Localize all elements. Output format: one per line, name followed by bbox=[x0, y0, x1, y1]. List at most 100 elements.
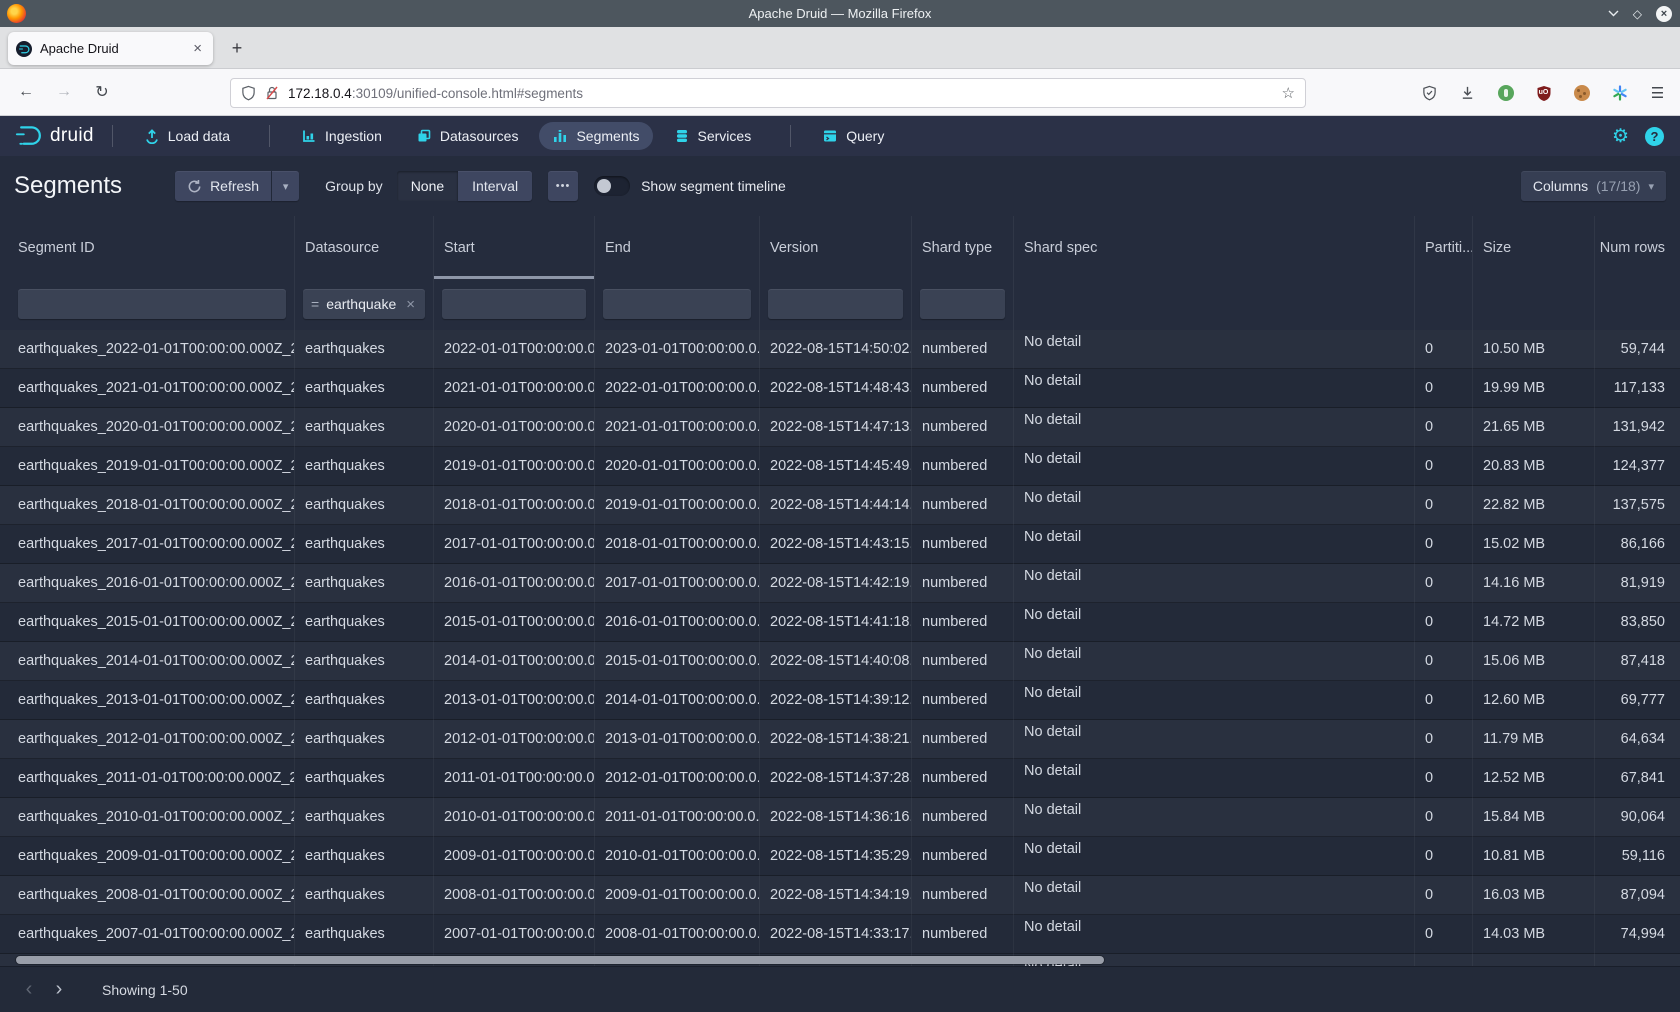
table-row[interactable]: earthquakes_2010-01-01T00:00:00.000Z_2..… bbox=[0, 798, 1680, 837]
cell-shard-spec: No detail bbox=[1014, 876, 1415, 915]
back-icon[interactable]: ← bbox=[12, 78, 40, 106]
segment-timeline-toggle[interactable] bbox=[594, 176, 630, 196]
column-header-shard-type[interactable]: Shard type bbox=[912, 216, 1014, 279]
downloads-icon[interactable] bbox=[1459, 85, 1476, 102]
nav-item-ingestion[interactable]: Ingestion bbox=[288, 122, 395, 150]
cell-start: 2018-01-01T00:00:00.0... bbox=[434, 486, 595, 525]
cell-id: earthquakes_2010-01-01T00:00:00.000Z_2..… bbox=[0, 798, 295, 837]
cell-partition: 0 bbox=[1415, 837, 1473, 876]
cell-version: 2022-08-15T14:47:13.5... bbox=[760, 408, 912, 447]
ublock-icon[interactable]: uO bbox=[1535, 85, 1552, 102]
cell-version: 2022-08-15T14:44:14.1... bbox=[760, 486, 912, 525]
cell-datasource: earthquakes bbox=[295, 603, 434, 642]
table-body: earthquakes_2022-01-01T00:00:00.000Z_2..… bbox=[0, 330, 1680, 966]
table-row[interactable]: earthquakes_2013-01-01T00:00:00.000Z_2..… bbox=[0, 681, 1680, 720]
column-header-datasource[interactable]: Datasource bbox=[295, 216, 434, 279]
nav-item-datasources[interactable]: Datasources bbox=[403, 122, 532, 150]
druid-logo[interactable]: druid bbox=[14, 123, 94, 149]
url-host: 172.18.0.4 bbox=[288, 86, 352, 101]
version-filter-input[interactable] bbox=[768, 289, 903, 319]
column-header-num-rows[interactable]: Num rows bbox=[1595, 216, 1680, 279]
browser-tab[interactable]: Apache Druid × bbox=[8, 32, 213, 65]
cell-version: 2022-08-15T14:50:02.6... bbox=[760, 330, 912, 369]
table-row[interactable]: earthquakes_2019-01-01T00:00:00.000Z_2..… bbox=[0, 447, 1680, 486]
cell-datasource: earthquakes bbox=[295, 447, 434, 486]
settings-gear-icon[interactable]: ⚙ bbox=[1612, 127, 1629, 146]
bookmark-star-icon[interactable]: ☆ bbox=[1282, 84, 1295, 102]
tab-close-icon[interactable]: × bbox=[190, 40, 205, 57]
remove-filter-icon[interactable]: × bbox=[406, 296, 415, 313]
column-header-shard-spec[interactable]: Shard spec bbox=[1014, 216, 1415, 279]
column-header-start[interactable]: Start bbox=[434, 216, 595, 279]
horizontal-scrollbar[interactable] bbox=[16, 956, 1104, 964]
nav-item-services[interactable]: Services bbox=[661, 122, 765, 150]
start-filter-input[interactable] bbox=[442, 289, 586, 319]
minimize-icon[interactable] bbox=[1608, 10, 1619, 17]
cell-version: 2022-08-15T14:37:28.7... bbox=[760, 759, 912, 798]
table-row[interactable]: earthquakes_2011-01-01T00:00:00.000Z_2..… bbox=[0, 759, 1680, 798]
table-row[interactable]: earthquakes_2021-01-01T00:00:00.000Z_2..… bbox=[0, 369, 1680, 408]
cell-start: 2009-01-01T00:00:00.0... bbox=[434, 837, 595, 876]
nav-item-load-data[interactable]: Load data bbox=[131, 122, 243, 150]
nav-item-label: Load data bbox=[168, 128, 230, 144]
segment-id-filter-input[interactable] bbox=[18, 289, 286, 319]
protections-shield-icon[interactable] bbox=[1421, 85, 1438, 102]
group-by-none-button[interactable]: None bbox=[397, 171, 458, 201]
new-tab-button[interactable]: + bbox=[224, 35, 250, 61]
column-header-version[interactable]: Version bbox=[760, 216, 912, 279]
table-row[interactable]: earthquakes_2008-01-01T00:00:00.000Z_2..… bbox=[0, 876, 1680, 915]
menu-hamburger-icon[interactable]: ☰ bbox=[1649, 85, 1666, 102]
table-row[interactable]: earthquakes_2015-01-01T00:00:00.000Z_2..… bbox=[0, 603, 1680, 642]
datasource-filter-input[interactable]: = earthquake × bbox=[303, 289, 425, 319]
refresh-caret-button[interactable]: ▾ bbox=[272, 171, 299, 201]
table-row[interactable]: earthquakes_2022-01-01T00:00:00.000Z_2..… bbox=[0, 330, 1680, 369]
shard-type-filter-input[interactable] bbox=[920, 289, 1005, 319]
reload-icon[interactable]: ↻ bbox=[88, 78, 116, 106]
cell-start: 2011-01-01T00:00:00.0... bbox=[434, 759, 595, 798]
column-header-size[interactable]: Size bbox=[1473, 216, 1595, 279]
table-row[interactable]: earthquakes_2014-01-01T00:00:00.000Z_2..… bbox=[0, 642, 1680, 681]
cell-num-rows: 59,116 bbox=[1595, 837, 1680, 876]
table-row[interactable]: earthquakes_2020-01-01T00:00:00.000Z_2..… bbox=[0, 408, 1680, 447]
consent-asterisk-icon[interactable] bbox=[1611, 85, 1628, 102]
cell-shard-spec: No detail bbox=[1014, 486, 1415, 525]
url-bar[interactable]: 172.18.0.4:30109/unified-console.html#se… bbox=[230, 78, 1306, 108]
maximize-icon[interactable]: ◇ bbox=[1633, 8, 1642, 20]
browser-toolbar: ← → ↻ 172.18.0.4:30109/unified-console.h… bbox=[0, 69, 1680, 116]
cookie-icon[interactable] bbox=[1573, 85, 1590, 102]
extension-green-icon[interactable] bbox=[1497, 85, 1514, 102]
cell-id: earthquakes_2018-01-01T00:00:00.000Z_2..… bbox=[0, 486, 295, 525]
columns-button[interactable]: Columns (17/18) ▾ bbox=[1521, 171, 1666, 201]
close-window-icon[interactable]: × bbox=[1656, 6, 1672, 22]
table-row[interactable]: earthquakes_2017-01-01T00:00:00.000Z_2..… bbox=[0, 525, 1680, 564]
next-page-icon[interactable]: › bbox=[44, 978, 74, 1001]
ingestion-icon bbox=[301, 128, 317, 144]
refresh-button[interactable]: Refresh bbox=[175, 171, 271, 201]
group-by-interval-button[interactable]: Interval bbox=[458, 171, 532, 201]
tab-title: Apache Druid bbox=[40, 41, 190, 56]
table-header-row: Segment IDDatasourceStartEndVersionShard… bbox=[0, 216, 1680, 279]
table-row[interactable]: earthquakes_2018-01-01T00:00:00.000Z_2..… bbox=[0, 486, 1680, 525]
more-options-button[interactable]: ••• bbox=[548, 171, 578, 201]
nav-item-query[interactable]: Query bbox=[809, 122, 897, 150]
forward-icon[interactable]: → bbox=[50, 78, 78, 106]
tracking-shield-icon[interactable] bbox=[241, 85, 256, 101]
cell-shard-spec: No detail bbox=[1014, 369, 1415, 408]
column-header-segment-id[interactable]: Segment ID bbox=[0, 216, 295, 279]
cell-num-rows: 83,850 bbox=[1595, 603, 1680, 642]
column-header-end[interactable]: End bbox=[595, 216, 760, 279]
cell-num-rows: 81,919 bbox=[1595, 564, 1680, 603]
column-header-partiti-[interactable]: Partiti... bbox=[1415, 216, 1473, 279]
segment-timeline-label: Show segment timeline bbox=[641, 178, 786, 194]
table-row[interactable]: earthquakes_2007-01-01T00:00:00.000Z_2..… bbox=[0, 915, 1680, 954]
table-row[interactable]: earthquakes_2016-01-01T00:00:00.000Z_2..… bbox=[0, 564, 1680, 603]
cell-end: 2011-01-01T00:00:00.0... bbox=[595, 798, 760, 837]
help-icon[interactable]: ? bbox=[1645, 127, 1664, 146]
end-filter-input[interactable] bbox=[603, 289, 751, 319]
previous-page-icon[interactable]: ‹ bbox=[14, 978, 44, 1001]
insecure-lock-icon[interactable] bbox=[265, 85, 279, 101]
table-row[interactable]: earthquakes_2012-01-01T00:00:00.000Z_2..… bbox=[0, 720, 1680, 759]
nav-item-segments[interactable]: Segments bbox=[539, 122, 652, 150]
cell-version: 2022-08-15T14:38:21.9... bbox=[760, 720, 912, 759]
table-row[interactable]: earthquakes_2009-01-01T00:00:00.000Z_2..… bbox=[0, 837, 1680, 876]
